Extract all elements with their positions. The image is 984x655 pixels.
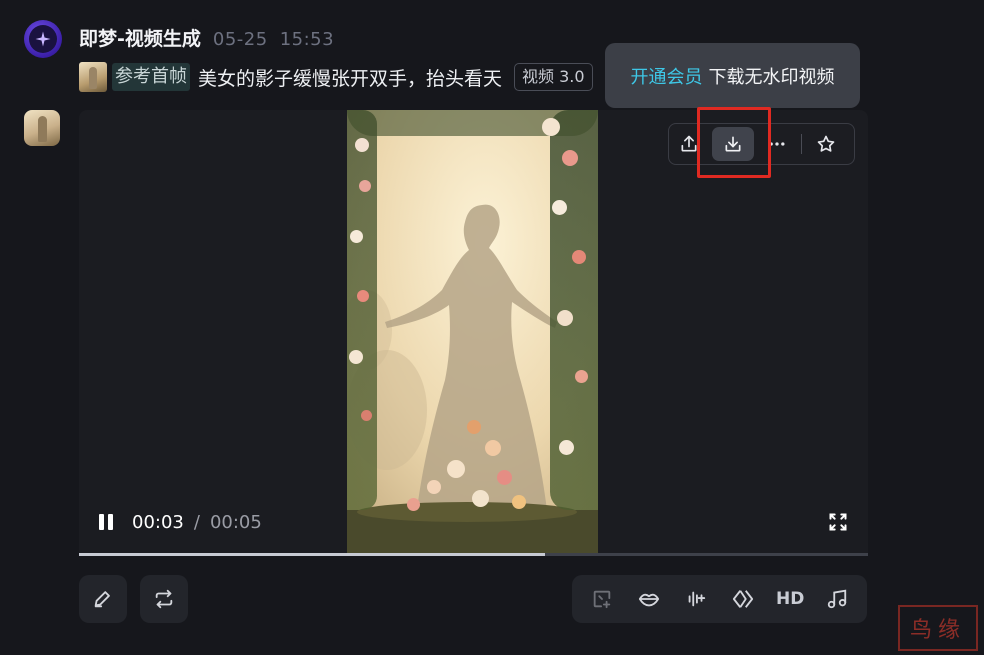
- audio-button[interactable]: [680, 583, 712, 615]
- reference-tag[interactable]: 参考首帧: [112, 63, 190, 91]
- diamond-icon: [732, 590, 754, 608]
- highlight-annotation: [697, 107, 771, 178]
- pause-icon-bar: [99, 514, 104, 530]
- message-date: 05-25: [212, 29, 268, 50]
- vip-link[interactable]: 开通会员: [631, 63, 703, 89]
- seal-text: 鸟缘: [909, 618, 966, 643]
- lip-sync-button[interactable]: [633, 583, 665, 615]
- edit-button[interactable]: [79, 575, 127, 623]
- rose: [472, 490, 489, 507]
- progress-bar[interactable]: [79, 553, 868, 556]
- favorite-button[interactable]: [806, 124, 846, 164]
- hd-button[interactable]: HD: [774, 583, 806, 615]
- music-button[interactable]: [821, 583, 853, 615]
- repeat-icon: [155, 589, 173, 609]
- tooltip-text: 下载无水印视频: [708, 66, 835, 88]
- pause-button[interactable]: [99, 514, 117, 532]
- star-icon: [817, 135, 835, 152]
- rose: [350, 230, 363, 243]
- model-tag: 视频 3.0: [514, 63, 593, 91]
- lips-icon: [638, 593, 659, 607]
- rose: [485, 440, 501, 456]
- fullscreen-button[interactable]: [828, 512, 848, 532]
- frame-add-button[interactable]: [586, 583, 618, 615]
- rose: [467, 420, 481, 434]
- time-separator: /: [193, 512, 200, 533]
- rose: [542, 118, 560, 136]
- rose: [361, 410, 372, 421]
- reference-frame-thumbnail[interactable]: [79, 62, 107, 92]
- rose: [407, 498, 420, 511]
- hd-label: HD: [776, 589, 805, 609]
- rose: [572, 250, 586, 264]
- message-header: 即梦-视频生成 05-25 15:53: [79, 24, 334, 51]
- message-time: 15:53: [279, 29, 335, 50]
- rose: [447, 460, 465, 478]
- rose: [557, 310, 573, 326]
- download-tooltip: 开通会员 下载无水印视频: [605, 43, 860, 116]
- rose: [349, 350, 363, 364]
- prompt-text: 美女的影子缓慢张开双手，抬头看天: [198, 67, 503, 90]
- current-time: 00:03: [132, 512, 184, 533]
- app-name: 即梦-视频生成: [79, 28, 201, 50]
- video-tools-bar: HD: [572, 575, 867, 623]
- effect-button[interactable]: [727, 583, 759, 615]
- rose: [562, 150, 578, 166]
- rose: [357, 290, 369, 302]
- pencil-icon: [94, 591, 110, 608]
- rose: [497, 470, 512, 485]
- rose: [559, 440, 574, 455]
- frame-add-icon: [593, 590, 610, 609]
- progress-fill: [79, 553, 545, 556]
- rose: [359, 180, 371, 192]
- time-display: 00:03 / 00:05: [132, 512, 262, 533]
- rose: [552, 200, 567, 215]
- reference-avatar: [24, 110, 60, 146]
- pause-icon-bar: [108, 514, 113, 530]
- sparkle-icon: [35, 31, 51, 47]
- watermark-seal: 鸟缘: [898, 605, 978, 651]
- regenerate-button[interactable]: [140, 575, 188, 623]
- rose: [575, 370, 588, 383]
- app-avatar: [24, 20, 62, 58]
- duration: 00:05: [209, 512, 262, 533]
- music-icon: [828, 589, 847, 609]
- fullscreen-icon: [829, 513, 847, 531]
- audio-wave-icon: [688, 591, 706, 607]
- share-icon: [681, 135, 697, 152]
- rose: [355, 138, 369, 152]
- video-frame[interactable]: [347, 110, 598, 553]
- rose: [512, 495, 526, 509]
- rose: [427, 480, 441, 494]
- toolbar-divider: [801, 134, 802, 154]
- prompt-row: 参考首帧 美女的影子缓慢张开双手，抬头看天 视频 3.0: [79, 62, 593, 92]
